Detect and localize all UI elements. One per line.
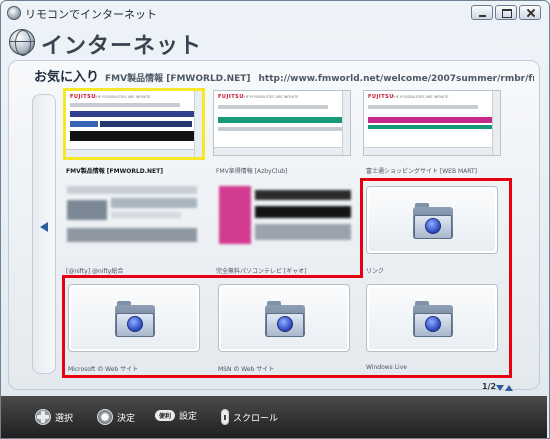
- folder-globe-icon: [413, 301, 453, 337]
- page-up-icon[interactable]: [505, 385, 513, 391]
- remote-guide-bar: 選択 決定 便利 設定 スクロール: [1, 396, 547, 438]
- guide-scroll: スクロール: [221, 409, 278, 425]
- highlight-outline: [62, 375, 512, 378]
- nav-tab: [70, 121, 98, 127]
- fmworld-thumbnail: FUJITSU THE POSSIBILITIES ARE INFINITE: [66, 91, 202, 157]
- tile-label: 富士通ショッピングサイト [WEB MART]: [366, 168, 478, 175]
- horizontal-scrollbar[interactable]: [214, 147, 342, 155]
- nav-strip: [70, 103, 180, 107]
- folder-globe-icon: [413, 203, 453, 239]
- selected-site-url: http://www.fmworld.net/welcome/2007summe…: [258, 74, 534, 84]
- tile-gyao[interactable]: [213, 180, 355, 254]
- hero-image: [70, 131, 194, 141]
- tile-fmworld[interactable]: FUJITSU THE POSSIBILITIES ARE INFINITE: [63, 88, 205, 160]
- blurred-banner: [255, 190, 351, 200]
- highlight-outline: [509, 178, 512, 378]
- internet-globe-icon: [9, 29, 35, 56]
- page-title: インターネット: [41, 34, 203, 59]
- vertical-scrollbar[interactable]: [194, 91, 202, 157]
- content-strip: [218, 127, 342, 131]
- blurred-text: [255, 224, 351, 240]
- page-indicator: 1/2: [482, 382, 497, 391]
- selected-site-title: FMV製品情報 [FMWORLD.NET]: [105, 74, 251, 84]
- guide-select-label: 選択: [55, 413, 74, 424]
- blurred-band: [67, 228, 197, 242]
- settings-key-icon: 便利: [155, 410, 176, 421]
- window-title: リモコンでインターネット: [25, 8, 157, 21]
- nav-strip: [368, 105, 478, 109]
- tile-label: FMV楽得情報 [AzbyClub]: [216, 168, 288, 175]
- nav-strip: [218, 105, 328, 109]
- highlight-outline: [360, 178, 363, 278]
- tile-label: Microsoft の Web サイト: [68, 366, 139, 373]
- horizontal-scrollbar[interactable]: [364, 147, 492, 155]
- minimize-button[interactable]: [471, 5, 493, 20]
- guide-enter: 決定: [97, 409, 135, 425]
- guide-scroll-label: スクロール: [233, 413, 279, 424]
- nav-bar: [70, 111, 194, 117]
- app-globe-icon: [7, 6, 21, 20]
- blurred-image: [219, 186, 251, 244]
- horizontal-scrollbar[interactable]: [66, 149, 194, 157]
- dpad-icon: [35, 409, 51, 425]
- tile-nifty[interactable]: [63, 180, 205, 254]
- page-down-icon[interactable]: [496, 385, 504, 391]
- guide-settings-label: 設定: [179, 412, 198, 422]
- tile-label: MSN の Web サイト: [218, 366, 275, 373]
- tile-links-folder[interactable]: [366, 186, 498, 254]
- folder-globe-icon: [265, 301, 305, 337]
- title-bar: リモコンでインターネット: [1, 1, 549, 25]
- blurred-image: [67, 200, 107, 220]
- window-controls: [471, 5, 541, 20]
- tile-label: [@nifty] @nifty総合: [66, 268, 124, 275]
- guide-enter-label: 決定: [117, 413, 136, 424]
- tile-windows-live-folder[interactable]: [366, 284, 498, 352]
- fujitsu-logo: FUJITSU: [70, 94, 96, 100]
- blurred-text: [111, 198, 197, 208]
- favorites-bar: お気に入り FMV製品情報 [FMWORLD.NET] http://www.fmw…: [34, 66, 534, 86]
- fujitsu-tagline: THE POSSIBILITIES ARE INFINITE: [242, 95, 299, 99]
- favorites-label: お気に入り: [34, 70, 100, 85]
- nav-bar: [368, 117, 492, 123]
- highlight-outline: [62, 275, 363, 278]
- fujitsu-tagline: THE POSSIBILITIES ARE INFINITE: [392, 95, 449, 99]
- nav-tab: [100, 121, 192, 127]
- blurred-header: [67, 186, 197, 194]
- tile-label: 完全無料パソコンテレビ [ギャオ]: [216, 268, 307, 275]
- previous-page-button[interactable]: [32, 94, 56, 374]
- fujitsu-logo: FUJITSU: [368, 94, 394, 100]
- nav-bar: [218, 117, 342, 123]
- close-button[interactable]: [519, 5, 541, 20]
- folder-globe-icon: [115, 301, 155, 337]
- tile-msn-folder[interactable]: [218, 284, 350, 352]
- tile-azbyclub[interactable]: FUJITSU THE POSSIBILITIES ARE INFINITE: [213, 90, 351, 156]
- vertical-scrollbar[interactable]: [342, 91, 350, 155]
- fujitsu-tagline: THE POSSIBILITIES ARE INFINITE: [94, 95, 151, 99]
- vertical-scrollbar[interactable]: [492, 91, 500, 155]
- tile-label: リンク: [366, 268, 385, 275]
- highlight-outline: [62, 275, 65, 378]
- tile-label: FMV製品情報 [FMWORLD.NET]: [66, 168, 163, 175]
- maximize-button[interactable]: [495, 5, 517, 20]
- enter-button-icon: [97, 409, 113, 425]
- sub-nav-bar: [368, 125, 492, 129]
- blurred-banner: [255, 206, 351, 218]
- guide-select: 選択: [35, 409, 73, 425]
- guide-settings: 便利 設定: [155, 409, 197, 422]
- highlight-outline: [360, 178, 512, 181]
- left-arrow-icon: [40, 222, 48, 232]
- page-header: インターネット: [1, 25, 549, 61]
- blurred-text: [111, 212, 181, 218]
- tile-webmart[interactable]: FUJITSU THE POSSIBILITIES ARE INFINITE: [363, 90, 501, 156]
- scroll-key-icon: [221, 409, 229, 425]
- tile-microsoft-folder[interactable]: [68, 284, 200, 352]
- tile-label: Windows Live: [366, 364, 407, 371]
- fujitsu-logo: FUJITSU: [218, 94, 244, 100]
